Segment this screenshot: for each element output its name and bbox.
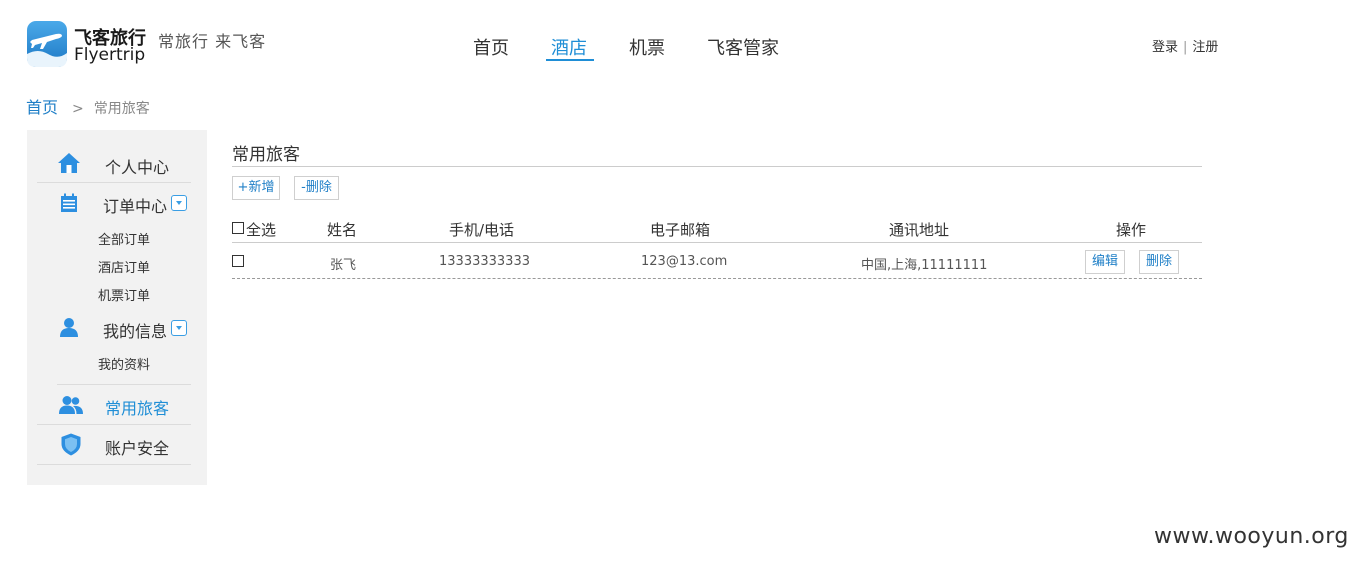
table-row-divider xyxy=(232,278,1202,279)
sidebar-item-frequent-travelers[interactable]: 常用旅客 xyxy=(37,385,191,425)
plane-logo-icon xyxy=(27,21,67,67)
calendar-icon xyxy=(61,193,77,212)
users-icon xyxy=(59,396,83,414)
breadcrumb-home[interactable]: 首页 xyxy=(26,98,58,117)
breadcrumb: 首页 > 常用旅客 xyxy=(26,94,150,118)
nav-butler[interactable]: 飞客管家 xyxy=(707,34,779,60)
login-link[interactable]: 登录 xyxy=(1152,40,1178,55)
select-all-checkbox[interactable] xyxy=(232,222,244,234)
breadcrumb-current: 常用旅客 xyxy=(93,101,150,117)
home-icon xyxy=(58,153,80,173)
auth-separator: | xyxy=(1183,40,1188,55)
chevron-down-icon[interactable] xyxy=(171,195,187,211)
delete-button[interactable]: 删除 xyxy=(1139,250,1179,274)
shield-icon xyxy=(61,433,81,456)
column-header-phone: 手机/电话 xyxy=(449,221,515,239)
auth-links: 登录 | 注册 xyxy=(1152,36,1218,55)
sidebar-subitem-my-profile[interactable]: 我的资料 xyxy=(98,354,150,373)
edit-button[interactable]: 编辑 xyxy=(1085,250,1125,274)
sidebar-item-personal-center[interactable]: 个人中心 xyxy=(37,143,191,183)
sidebar-subitem-hotel-orders[interactable]: 酒店订单 xyxy=(98,257,150,276)
sidebar-subitem-flight-orders[interactable]: 机票订单 xyxy=(98,285,150,304)
row-checkbox[interactable] xyxy=(232,255,244,267)
breadcrumb-arrow: > xyxy=(72,101,84,117)
cell-name: 张飞 xyxy=(330,258,357,273)
cell-email: 123@13.com xyxy=(641,254,728,269)
nav-active-underline xyxy=(546,59,594,61)
column-header-actions: 操作 xyxy=(1116,221,1147,239)
nav-flight[interactable]: 机票 xyxy=(629,34,665,60)
delete-selected-button[interactable]: -删除 xyxy=(294,176,339,200)
logo[interactable]: 飞客旅行 Flyertrip 常旅行 来飞客 xyxy=(26,20,276,70)
register-link[interactable]: 注册 xyxy=(1192,40,1218,55)
nav-hotel[interactable]: 酒店 xyxy=(551,34,587,60)
column-header-name: 姓名 xyxy=(327,221,358,239)
nav-home[interactable]: 首页 xyxy=(473,34,509,60)
sidebar-item-label: 我的信息 xyxy=(103,322,168,341)
cell-address: 中国,上海,11111111 xyxy=(861,258,988,273)
column-header-select-all[interactable]: 全选 xyxy=(246,219,276,240)
sidebar-item-label: 常用旅客 xyxy=(105,399,170,418)
sidebar: 个人中心 订单中心 全部订单 酒店订单 机票订单 我的信息 我的资料 常用旅客 … xyxy=(27,130,207,485)
column-header-email: 电子邮箱 xyxy=(650,221,711,239)
sidebar-item-label: 个人中心 xyxy=(105,158,170,177)
slogan: 常旅行 来飞客 xyxy=(158,32,267,51)
logo-en-text: Flyertrip xyxy=(74,45,146,65)
add-traveler-button[interactable]: +新增 xyxy=(232,176,280,200)
watermark: www.wooyun.org xyxy=(1154,524,1349,549)
user-icon xyxy=(60,318,78,337)
chevron-down-icon[interactable] xyxy=(171,320,187,336)
sidebar-item-account-security[interactable]: 账户安全 xyxy=(37,425,191,465)
sidebar-item-order-center[interactable]: 订单中心 xyxy=(37,183,191,223)
sidebar-item-label: 订单中心 xyxy=(103,197,168,216)
table-header-divider xyxy=(232,242,1202,243)
sidebar-item-my-info[interactable]: 我的信息 xyxy=(37,308,191,348)
column-header-address: 通讯地址 xyxy=(889,221,950,239)
cell-phone: 13333333333 xyxy=(439,254,530,269)
sidebar-item-label: 账户安全 xyxy=(105,439,170,458)
page-title: 常用旅客 xyxy=(232,145,300,165)
title-divider xyxy=(232,166,1202,167)
sidebar-subitem-all-orders[interactable]: 全部订单 xyxy=(98,229,150,248)
